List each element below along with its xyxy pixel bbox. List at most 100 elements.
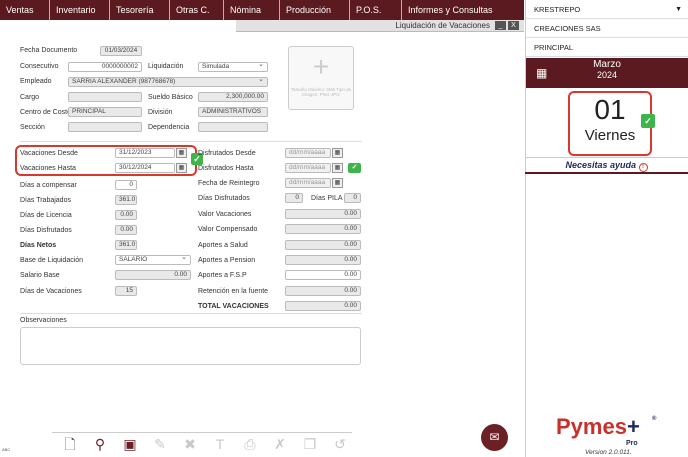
save-icon[interactable]: ▣ [118, 433, 142, 455]
aportes-fsp-field[interactable]: 0.00 [285, 270, 361, 280]
window-titlebar: Liquidación de Vacaciones _ X [236, 20, 524, 32]
vacaciones-desde-field[interactable]: 31/12/2023 [115, 148, 175, 158]
menu-tesoreria[interactable]: Tesorería [110, 0, 170, 20]
footer-tag: ABC [2, 447, 11, 452]
company-row[interactable]: CREACIONES SAS [526, 19, 688, 38]
menu-ventas[interactable]: Ventas [0, 0, 50, 20]
total-vacaciones-field: 0.00 [285, 301, 361, 311]
aportes-salud-field: 0.00 [285, 240, 361, 250]
disfrutados-desde-field[interactable]: dd/mm/aaaa [285, 148, 331, 158]
x-icon[interactable]: ✖ [178, 433, 202, 455]
section-divider [20, 313, 362, 314]
sueldo-basico-field[interactable]: 2,300,000.00 [198, 92, 268, 102]
centro-costo-label: Centro de Costo [20, 109, 71, 116]
chevron-down-icon: ▼ [675, 6, 682, 13]
dias-vacaciones-field: 15 [115, 286, 137, 296]
dependencia-field[interactable] [198, 122, 268, 132]
dias-disfrutados-right-field: 0 [285, 193, 303, 203]
menu-produccion[interactable]: Producción [280, 0, 350, 20]
calendar-header: ▦ Marzo 2024 [526, 58, 688, 88]
logo-pro: Pro [626, 440, 638, 447]
minimize-button[interactable]: _ [495, 21, 506, 30]
binoculars-icon[interactable]: ⚲ [88, 433, 112, 455]
aportes-pension-label: Aportes a Pension [198, 257, 256, 264]
vacaciones-hasta-field[interactable]: 30/12/2024 [115, 163, 175, 173]
menu-inventario[interactable]: Inventario [50, 0, 110, 20]
disfrutados-hasta-label: Disfrutados Hasta [198, 165, 254, 172]
base-liquidacion-select[interactable]: SALARIO [115, 255, 191, 265]
dias-disfrutados-left-field: 0.00 [115, 225, 137, 235]
check-icon: ✓ [641, 114, 655, 128]
new-document-icon[interactable]: 🗋 [58, 433, 82, 455]
dias-pila-field: 0 [344, 193, 361, 203]
disfrutados-desde-label: Disfrutados Desde [198, 150, 256, 157]
fecha-documento-field[interactable]: 01/03/2024 [100, 46, 142, 56]
window-title: Liquidación de Vacaciones [395, 21, 490, 30]
top-menu-bar: Ventas Inventario Tesorería Otras C. Nóm… [0, 0, 524, 20]
text-icon[interactable]: T [208, 433, 232, 455]
employee-photo-upload[interactable]: + Tamaño Máximo: 5Mb Tipo de Imagen: PNG… [288, 46, 354, 110]
calendar-icon[interactable]: ▦ [332, 163, 343, 173]
liquidacion-select[interactable]: Simulada [198, 62, 268, 72]
valor-vacaciones-field: 0.00 [285, 209, 361, 219]
calendar-icon[interactable]: ▦ [176, 163, 187, 173]
pymes-logo: Pymes+ ® Pro [556, 414, 656, 447]
vacaciones-desde-label: Vacaciones Desde [20, 150, 78, 157]
salario-base-label: Salario Base [20, 272, 60, 279]
history-icon[interactable]: ↺ [328, 433, 352, 455]
menu-nomina[interactable]: Nómina [224, 0, 280, 20]
user-select[interactable]: KRESTREPO ▼ [526, 0, 688, 19]
cargo-label: Cargo [20, 94, 40, 101]
menu-pos[interactable]: P.O.S. [350, 0, 402, 20]
pencil-icon[interactable]: ✎ [148, 433, 172, 455]
menu-otras-c[interactable]: Otras C. [170, 0, 224, 20]
consecutivo-label: Consecutivo [20, 63, 59, 70]
observaciones-textarea[interactable] [20, 327, 361, 365]
disfrutados-hasta-field[interactable]: dd/mm/aaaa [285, 163, 331, 173]
calendar-year: 2024 [596, 70, 618, 80]
branch-row[interactable]: PRINCIPAL [526, 38, 688, 57]
centro-costo-field[interactable]: PRINCIPAL [68, 107, 142, 117]
dias-disfrutados-right-label: Días Disfrutados [198, 195, 250, 202]
retencion-label: Retención en la fuente [198, 288, 269, 295]
empleado-select[interactable]: SARRIA ALEXANDER (987768678) [68, 77, 268, 87]
vacaciones-hasta-label: Vacaciones Hasta [20, 165, 76, 172]
branch-name: PRINCIPAL [534, 43, 574, 52]
dias-compensar-field[interactable]: 0 [115, 180, 137, 190]
dias-vacaciones-label: Días de Vacaciones [20, 288, 82, 295]
dias-trabajados-label: Días Trabajados [20, 197, 71, 204]
plus-icon: + [312, 51, 330, 82]
calendar-icon[interactable]: ▦ [332, 178, 343, 188]
seccion-field[interactable] [68, 122, 142, 132]
salario-base-field: 0.00 [115, 270, 191, 280]
calendar-month: Marzo [593, 59, 621, 70]
division-label: División [148, 109, 173, 116]
chat-icon[interactable]: ✉ [481, 424, 508, 451]
plus-icon: + [626, 414, 640, 439]
menu-informes[interactable]: Informes y Consultas [402, 0, 524, 20]
excel-icon[interactable]: ✗ [268, 433, 292, 455]
dias-netos-label: Días Netos [20, 242, 57, 249]
liquidacion-label: Liquidación [148, 63, 184, 70]
fecha-reintegro-label: Fecha de Reintegro [198, 180, 260, 187]
help-text: Necesitas ayuda [565, 160, 637, 170]
help-link[interactable]: Necesitas ayuda ! [525, 157, 688, 174]
aportes-fsp-label: Aportes a F.S.P [198, 272, 247, 279]
dias-licencia-label: Días de Licencia [20, 212, 72, 219]
division-field[interactable]: ADMINISTRATIVOS [198, 107, 268, 117]
close-button[interactable]: X [508, 21, 519, 30]
section-divider [20, 141, 362, 142]
calendar-weekday: Viernes [584, 127, 636, 144]
calendar-icon[interactable]: ▦ [176, 148, 187, 158]
fecha-reintegro-field[interactable]: dd/mm/aaaa [285, 178, 331, 188]
check-button[interactable]: ✓ [348, 163, 361, 173]
copy-icon[interactable]: ❐ [298, 433, 322, 455]
dias-compensar-label: Días a compensar [20, 182, 77, 189]
printer-icon[interactable]: ⎙ [238, 433, 262, 455]
action-toolbar: 🗋 ⚲ ▣ ✎ ✖ T ⎙ ✗ ❐ ↺ [52, 432, 352, 457]
cargo-field[interactable] [68, 92, 142, 102]
calendar-icon: ▦ [536, 66, 548, 80]
empleado-label: Empleado [20, 78, 52, 85]
consecutivo-field[interactable]: 0000000002 [68, 62, 142, 72]
calendar-icon[interactable]: ▦ [332, 148, 343, 158]
